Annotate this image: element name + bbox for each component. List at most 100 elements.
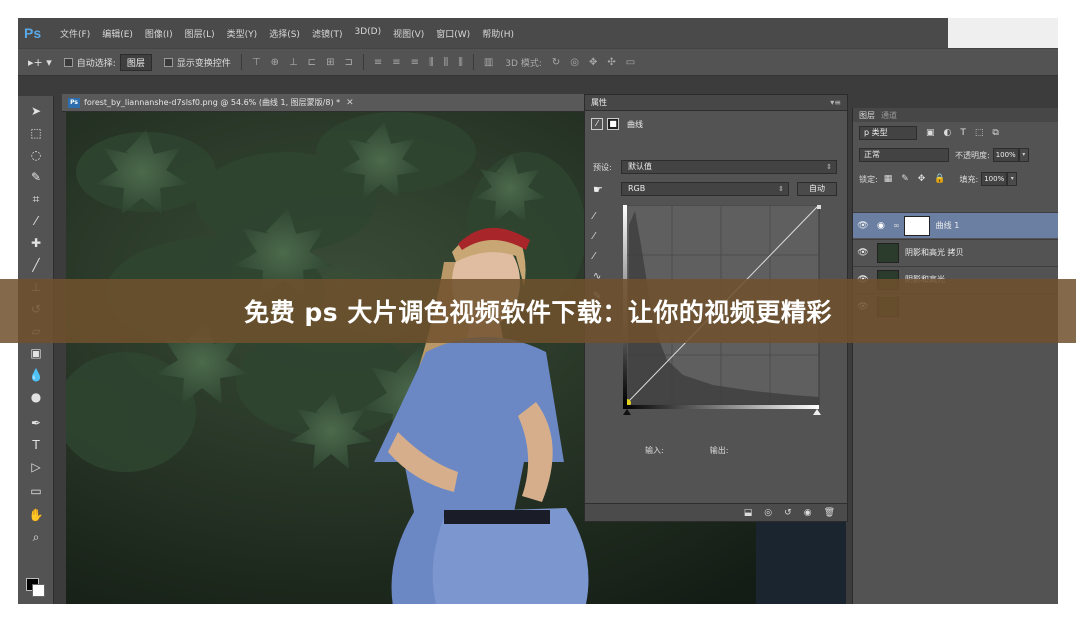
- menu-file[interactable]: 文件(F): [60, 27, 90, 40]
- align-bottom-icon[interactable]: ⊥: [289, 57, 298, 68]
- dodge-icon[interactable]: ●: [26, 388, 46, 406]
- menu-view[interactable]: 视图(V): [393, 27, 424, 40]
- rectangle-icon[interactable]: ▭: [26, 482, 46, 500]
- menu-help[interactable]: 帮助(H): [482, 27, 514, 40]
- mask-icon[interactable]: ■: [607, 118, 619, 130]
- lock-pixels-icon[interactable]: ✎: [901, 174, 909, 184]
- type-icon[interactable]: T: [26, 436, 46, 454]
- panel-menu-icon[interactable]: ▾≡: [830, 98, 841, 107]
- filter-shape-icon[interactable]: ⬚: [975, 128, 984, 138]
- align-center-icon[interactable]: ⊞: [326, 57, 334, 68]
- layer-thumbnail[interactable]: [877, 242, 899, 263]
- eyedropper-icon[interactable]: ⁄: [26, 212, 46, 230]
- eye-icon[interactable]: 👁: [853, 248, 873, 258]
- white-point-eyedropper-icon[interactable]: ⁄: [593, 247, 609, 267]
- marquee-icon[interactable]: ⬚: [26, 124, 46, 142]
- menu-select[interactable]: 选择(S): [269, 27, 300, 40]
- blur-icon[interactable]: 💧: [26, 366, 46, 384]
- show-transform-checkbox[interactable]: [163, 57, 173, 67]
- menu-layer[interactable]: 图层(L): [185, 27, 215, 40]
- distribute-left-icon[interactable]: ⫼: [429, 57, 434, 68]
- link-icon[interactable]: ∞: [893, 221, 900, 230]
- auto-select-checkbox[interactable]: [63, 57, 73, 67]
- layer-row[interactable]: 👁 阴影和高光 拷贝: [853, 239, 1058, 265]
- distribute-middle-icon[interactable]: ≡: [392, 57, 400, 68]
- document-tab[interactable]: Ps forest_by_liannanshe-d7slsf0.png @ 54…: [62, 94, 592, 112]
- channel-dropdown[interactable]: RGB ⇕: [621, 182, 789, 196]
- black-point-eyedropper-icon[interactable]: ⁄: [593, 207, 609, 227]
- hand-icon[interactable]: ✋: [26, 506, 46, 524]
- menu-image[interactable]: 图像(I): [145, 27, 173, 40]
- brush-icon[interactable]: ╱: [26, 256, 46, 274]
- input-output-row: 输入: 输出:: [645, 445, 774, 456]
- 3d-slide-icon[interactable]: ✣: [607, 57, 615, 68]
- filter-pixel-icon[interactable]: ▣: [926, 128, 935, 138]
- background-color-swatch[interactable]: [32, 584, 45, 597]
- gray-point-eyedropper-icon[interactable]: ⁄: [593, 227, 609, 247]
- chevron-down-icon: ⇕: [826, 163, 832, 171]
- align-left-icon[interactable]: ⊏: [308, 57, 316, 68]
- lock-transparent-icon[interactable]: ▦: [884, 174, 893, 184]
- distribute-bottom-icon[interactable]: ≡: [411, 57, 419, 68]
- curves-adjustment-icon: ⁄: [591, 118, 603, 130]
- distribute-top-icon[interactable]: ≡: [374, 57, 382, 68]
- align-middle-icon[interactable]: ⊕: [271, 57, 279, 68]
- crop-icon[interactable]: ⌗: [26, 190, 46, 208]
- distribute-center-icon[interactable]: ⫼: [444, 57, 449, 68]
- eye-icon[interactable]: 👁: [853, 221, 873, 231]
- preset-dropdown[interactable]: 默认值 ⇕: [621, 160, 837, 174]
- align-top-icon[interactable]: ⊤: [252, 57, 261, 68]
- tab-layers[interactable]: 图层: [859, 110, 875, 121]
- filter-type-icon[interactable]: T: [960, 128, 966, 138]
- 3d-rotate-icon[interactable]: ↻: [552, 57, 560, 68]
- menu-edit[interactable]: 编辑(E): [102, 27, 133, 40]
- tab-channels[interactable]: 通道: [881, 110, 897, 121]
- close-icon[interactable]: ✕: [346, 98, 354, 108]
- title-banner: 免费 ps 大片调色视频软件下载：让你的视频更精彩: [0, 279, 1076, 343]
- document-title: forest_by_liannanshe-d7slsf0.png @ 54.6%…: [84, 98, 341, 107]
- align-right-icon[interactable]: ⊐: [344, 57, 352, 68]
- view-previous-icon[interactable]: ◎: [764, 508, 772, 518]
- distribute-right-icon[interactable]: ⫼: [458, 57, 463, 68]
- lasso-icon[interactable]: ◌: [26, 146, 46, 164]
- gradient-icon[interactable]: ▣: [26, 344, 46, 362]
- menu-type[interactable]: 类型(Y): [227, 27, 258, 40]
- fill-input[interactable]: 100%: [981, 172, 1008, 186]
- 3d-roll-icon[interactable]: ◎: [570, 57, 579, 68]
- chevron-down-icon[interactable]: ▾: [1007, 172, 1018, 186]
- menu-window[interactable]: 窗口(W): [436, 27, 470, 40]
- eye-icon[interactable]: ◉: [804, 508, 812, 518]
- target-adjust-icon[interactable]: ☛: [593, 183, 621, 196]
- healing-icon[interactable]: ✚: [26, 234, 46, 252]
- layer-filter-dropdown[interactable]: p 类型: [859, 126, 917, 140]
- lock-position-icon[interactable]: ✥: [918, 174, 926, 184]
- blend-row: 正常 不透明度: 100% ▾: [859, 148, 1053, 162]
- path-select-icon[interactable]: ▷: [26, 458, 46, 476]
- banner-title: 免费 ps 大片调色视频软件下载：让你的视频更精彩: [244, 298, 832, 327]
- menu-filter[interactable]: 滤镜(T): [312, 27, 343, 40]
- zoom-icon[interactable]: ⌕: [26, 528, 46, 546]
- menu-3d[interactable]: 3D(D): [354, 27, 381, 40]
- auto-align-icon[interactable]: ▥: [484, 57, 493, 68]
- layer-row[interactable]: 👁 ◉ ∞ 曲线 1: [853, 212, 1058, 238]
- 3d-pan-icon[interactable]: ✥: [589, 57, 597, 68]
- filter-adjust-icon[interactable]: ◐: [944, 128, 952, 138]
- pen-icon[interactable]: ✒: [26, 414, 46, 432]
- reset-icon[interactable]: ↺: [784, 508, 792, 518]
- opacity-input[interactable]: 100%: [992, 148, 1019, 162]
- quick-select-icon[interactable]: ✎: [26, 168, 46, 186]
- filter-smart-icon[interactable]: ⧉: [992, 128, 998, 138]
- auto-select-dropdown[interactable]: 图层: [119, 53, 152, 71]
- auto-button[interactable]: 自动: [797, 182, 837, 196]
- separator: [472, 54, 474, 70]
- chevron-down-icon[interactable]: ▾: [1018, 148, 1029, 162]
- properties-tab[interactable]: 属性: [591, 97, 607, 108]
- clip-to-layer-icon[interactable]: ⬓: [744, 508, 753, 518]
- trash-icon[interactable]: 🗑: [824, 508, 835, 518]
- lock-all-icon[interactable]: 🔒: [934, 174, 945, 184]
- move-tool-preset-icon[interactable]: ▸+ ▾: [28, 56, 52, 69]
- layer-mask-thumbnail[interactable]: [903, 215, 930, 236]
- move-icon[interactable]: ➤: [26, 102, 46, 120]
- blend-mode-dropdown[interactable]: 正常: [859, 148, 949, 162]
- 3d-scale-icon[interactable]: ▭: [626, 57, 635, 68]
